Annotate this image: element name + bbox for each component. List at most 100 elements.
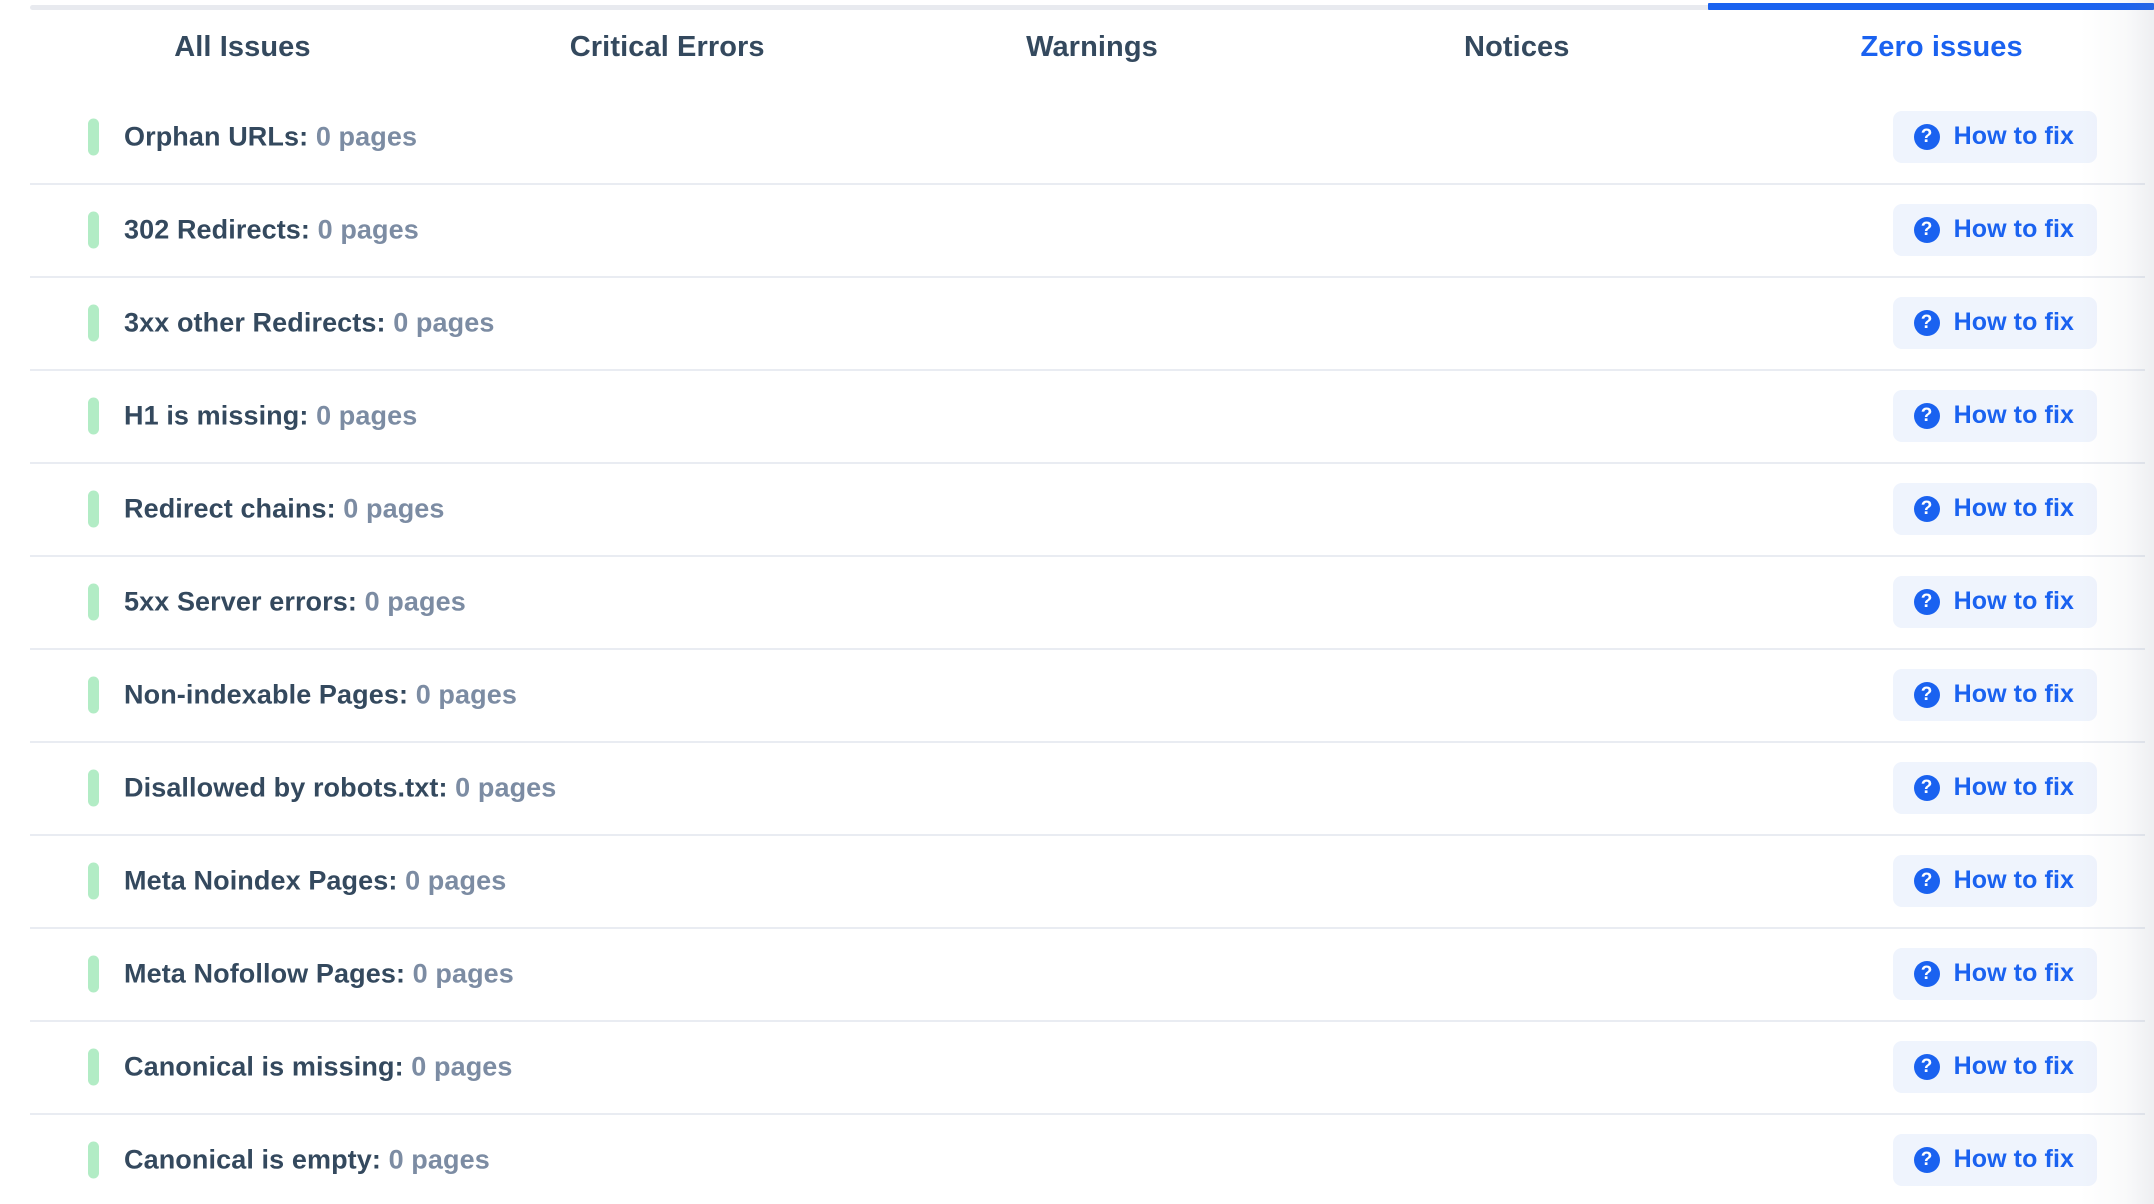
question-mark-circle-icon: ?	[1913, 216, 1940, 243]
issue-label: 3xx other Redirects: 0 pages	[124, 309, 494, 336]
severity-marker-zero	[88, 490, 99, 527]
issue-count: 0 pages	[411, 1051, 513, 1081]
question-mark-circle-icon: ?	[1913, 402, 1940, 429]
how-to-fix-button[interactable]: ? How to fix	[1892, 389, 2097, 442]
issue-separator: :	[398, 679, 416, 709]
how-to-fix-label: How to fix	[1953, 1145, 2074, 1173]
issue-separator: :	[300, 214, 318, 244]
issue-separator: :	[395, 958, 413, 988]
tab-warnings[interactable]: Warnings	[880, 33, 1305, 62]
how-to-fix-label: How to fix	[1953, 680, 2074, 708]
issue-row[interactable]: Orphan URLs: 0 pages? How to fix	[0, 90, 2154, 183]
question-mark-circle-icon: ?	[1913, 1146, 1940, 1173]
issue-row-action: ? How to fix	[1892, 389, 2097, 442]
issue-row-action: ? How to fix	[1892, 1133, 2097, 1186]
question-mark-circle-icon: ?	[1913, 309, 1940, 336]
issue-count: 0 pages	[405, 865, 507, 895]
issue-name: Meta Noindex Pages	[124, 865, 389, 895]
how-to-fix-button[interactable]: ? How to fix	[1892, 668, 2097, 721]
issue-count: 0 pages	[316, 400, 418, 430]
how-to-fix-button[interactable]: ? How to fix	[1892, 1040, 2097, 1093]
how-to-fix-button[interactable]: ? How to fix	[1892, 1133, 2097, 1186]
issue-label: Orphan URLs: 0 pages	[124, 123, 417, 150]
question-mark-circle-icon: ?	[1913, 960, 1940, 987]
tab-zero-issues[interactable]: Zero issues	[1729, 33, 2154, 62]
issue-separator: :	[371, 1144, 389, 1174]
issue-separator: :	[376, 307, 394, 337]
issue-list: Orphan URLs: 0 pages? How to fix 302 Redir…	[0, 90, 2154, 1204]
how-to-fix-button[interactable]: ? How to fix	[1892, 854, 2097, 907]
issue-row-action: ? How to fix	[1892, 668, 2097, 721]
issue-separator: :	[347, 586, 365, 616]
issue-label: 302 Redirects: 0 pages	[124, 216, 419, 243]
tab-critical-errors[interactable]: Critical Errors	[455, 33, 880, 62]
issue-row-action: ? How to fix	[1892, 1040, 2097, 1093]
severity-marker-zero	[88, 304, 99, 341]
issue-name: Canonical is empty	[124, 1144, 372, 1174]
issue-label: H1 is missing: 0 pages	[124, 402, 417, 429]
issue-row-action: ? How to fix	[1892, 761, 2097, 814]
question-mark-circle-icon: ?	[1913, 495, 1940, 522]
issue-name: Meta Nofollow Pages	[124, 958, 396, 988]
issue-name: Orphan URLs	[124, 121, 300, 151]
issue-name: 3xx other Redirects	[124, 307, 377, 337]
how-to-fix-button[interactable]: ? How to fix	[1892, 110, 2097, 163]
issue-row-action: ? How to fix	[1892, 575, 2097, 628]
severity-marker-zero	[88, 1048, 99, 1085]
issue-label: Meta Noindex Pages: 0 pages	[124, 867, 506, 894]
issue-row[interactable]: Canonical is missing: 0 pages ? How to fix	[0, 1020, 2154, 1113]
issue-row[interactable]: 302 Redirects: 0 pages? How to fix	[0, 183, 2154, 276]
issue-separator: :	[388, 865, 406, 895]
issue-row[interactable]: Redirect chains: 0 pages ? How to fix	[0, 462, 2154, 555]
issue-count: 0 pages	[388, 1144, 490, 1174]
tab-notices[interactable]: Notices	[1304, 33, 1729, 62]
issue-count: 0 pages	[412, 958, 514, 988]
how-to-fix-button[interactable]: ? How to fix	[1892, 203, 2097, 256]
question-mark-circle-icon: ?	[1913, 681, 1940, 708]
issue-row[interactable]: Disallowed by robots.txt: 0 pages? How to…	[0, 741, 2154, 834]
issue-count: 0 pages	[343, 493, 445, 523]
issue-row-action: ? How to fix	[1892, 203, 2097, 256]
issue-separator: :	[326, 493, 344, 523]
issue-label: Canonical is missing: 0 pages	[124, 1053, 513, 1080]
issue-row-action: ? How to fix	[1892, 110, 2097, 163]
issue-row[interactable]: Canonical is empty: 0 pages? How to fix	[0, 1113, 2154, 1204]
issue-separator: :	[438, 772, 456, 802]
site-audit-zero-issues-panel: All Issues Critical Errors Warnings Notices…	[0, 0, 2154, 1204]
issue-row-action: ? How to fix	[1892, 854, 2097, 907]
tab-list: All Issues Critical Errors Warnings Notices…	[30, 5, 2154, 90]
severity-marker-zero	[88, 118, 99, 155]
how-to-fix-button[interactable]: ? How to fix	[1892, 947, 2097, 1000]
issue-row[interactable]: 5xx Server errors: 0 pages? How to fix	[0, 555, 2154, 648]
how-to-fix-label: How to fix	[1953, 866, 2074, 894]
issue-name: Disallowed by robots.txt	[124, 772, 439, 802]
question-mark-circle-icon: ?	[1913, 123, 1940, 150]
severity-marker-zero	[88, 397, 99, 434]
issue-label: Meta Nofollow Pages: 0 pages	[124, 960, 514, 987]
issue-row[interactable]: 3xx other Redirects: 0 pages ? How to fix	[0, 276, 2154, 369]
how-to-fix-button[interactable]: ? How to fix	[1892, 482, 2097, 535]
issue-name: H1 is missing	[124, 400, 300, 430]
severity-marker-zero	[88, 1141, 99, 1178]
issue-row[interactable]: Meta Nofollow Pages: 0 pages? How to fix	[0, 927, 2154, 1020]
issue-category-tabbar: All Issues Critical Errors Warnings Notices…	[0, 0, 2154, 90]
issue-row[interactable]: Meta Noindex Pages: 0 pages ? How to fix	[0, 834, 2154, 927]
issue-row-action: ? How to fix	[1892, 482, 2097, 535]
issue-name: Redirect chains	[124, 493, 327, 523]
how-to-fix-label: How to fix	[1953, 401, 2074, 429]
tab-all-issues[interactable]: All Issues	[30, 33, 455, 62]
issue-row[interactable]: H1 is missing: 0 pages? How to fix	[0, 369, 2154, 462]
how-to-fix-button[interactable]: ? How to fix	[1892, 575, 2097, 628]
issue-separator: :	[299, 121, 316, 151]
severity-marker-zero	[88, 862, 99, 899]
how-to-fix-label: How to fix	[1953, 122, 2074, 150]
how-to-fix-button[interactable]: ? How to fix	[1892, 296, 2097, 349]
issue-label: 5xx Server errors: 0 pages	[124, 588, 466, 615]
how-to-fix-button[interactable]: ? How to fix	[1892, 761, 2097, 814]
how-to-fix-label: How to fix	[1953, 959, 2074, 987]
issue-row[interactable]: Non-indexable Pages: 0 pages? How to fix	[0, 648, 2154, 741]
how-to-fix-label: How to fix	[1953, 215, 2074, 243]
how-to-fix-label: How to fix	[1953, 587, 2074, 615]
question-mark-circle-icon: ?	[1913, 588, 1940, 615]
issue-label: Non-indexable Pages: 0 pages	[124, 681, 517, 708]
